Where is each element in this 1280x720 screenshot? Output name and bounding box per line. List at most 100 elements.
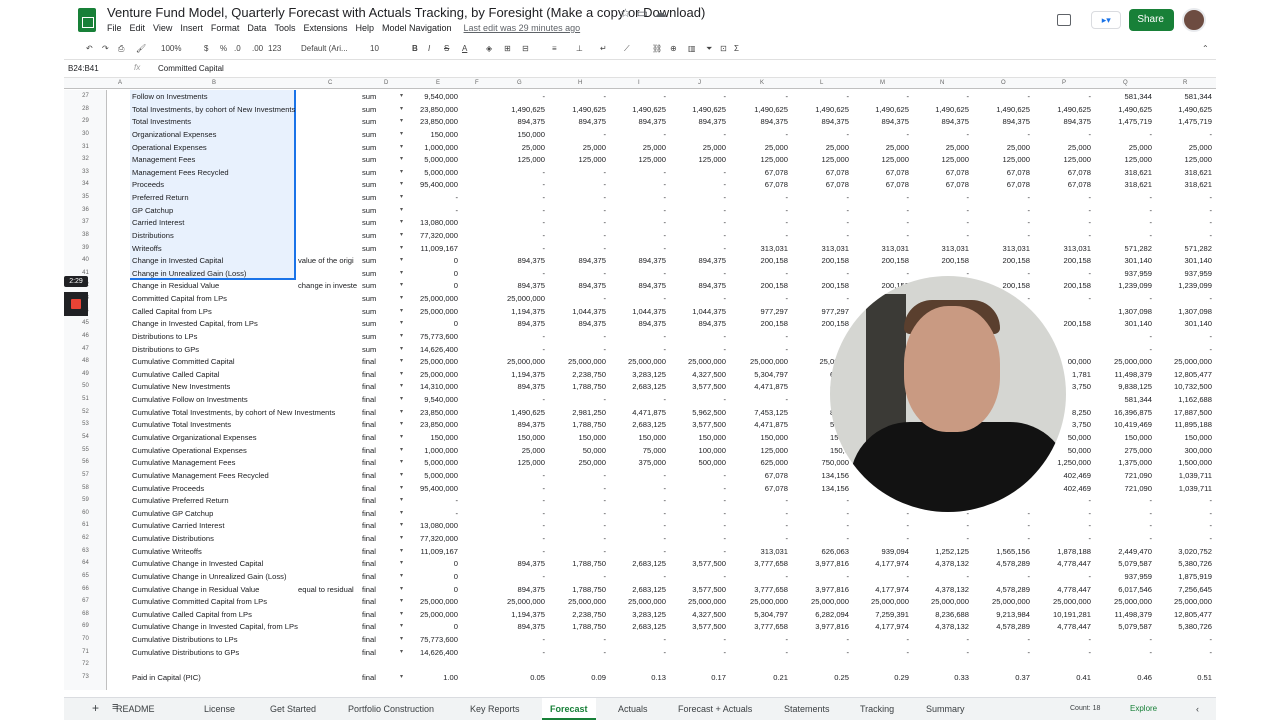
dropdown-arrow-icon[interactable]: ▾	[400, 244, 403, 251]
sheets-logo-icon[interactable]	[78, 8, 96, 32]
dropdown-arrow-icon[interactable]: ▾	[400, 446, 403, 453]
dropdown-arrow-icon[interactable]: ▾	[400, 130, 403, 137]
menu-insert[interactable]: Insert	[180, 23, 203, 33]
vertical-align-icon[interactable]: ⊥	[576, 44, 583, 53]
bold-icon[interactable]: B	[412, 44, 418, 53]
table-row[interactable]: 68 Cumulative Called Capital from LPs fina…	[64, 609, 1216, 622]
undo-icon[interactable]: ↶	[86, 44, 93, 53]
tab-readme[interactable]: README	[116, 704, 155, 714]
column-header-d[interactable]: D	[384, 80, 388, 86]
table-row[interactable]: 34 Proceeds sum ▾ 95,400,000 - - - - 67,078 67,078…	[64, 179, 1216, 192]
stop-recording-button[interactable]	[64, 292, 88, 316]
dropdown-arrow-icon[interactable]: ▾	[400, 610, 403, 617]
column-header-k[interactable]: K	[760, 80, 764, 86]
document-title[interactable]: Venture Fund Model, Quarterly Forecast w…	[107, 5, 705, 20]
dropdown-arrow-icon[interactable]: ▾	[400, 484, 403, 491]
dropdown-arrow-icon[interactable]: ▾	[400, 206, 403, 213]
tab-statements[interactable]: Statements	[784, 704, 830, 714]
menu-view[interactable]: View	[153, 23, 172, 33]
table-row[interactable]: 73 Paid in Capital (PIC) final ▾ 1.00 0.05 0.0…	[64, 672, 1216, 685]
column-header-l[interactable]: L	[820, 80, 823, 86]
table-row[interactable]: 72	[64, 659, 1216, 672]
column-header-j[interactable]: J	[698, 80, 701, 86]
table-row[interactable]: 36 GP Catchup sum ▾ - - - - - - - - - - - - -	[64, 205, 1216, 218]
text-wrapping-icon[interactable]: ↵	[600, 44, 607, 53]
comment-history-icon[interactable]	[1057, 14, 1072, 26]
table-row[interactable]: 33 Management Fees Recycled sum ▾ 5,000,000 -…	[64, 167, 1216, 180]
tab-get-started[interactable]: Get Started	[270, 704, 316, 714]
column-header-e[interactable]: E	[436, 80, 440, 86]
column-header-f[interactable]: F	[475, 80, 479, 86]
table-row[interactable]: 31 Operational Expenses sum ▾ 1,000,000 25,00…	[64, 142, 1216, 155]
dropdown-arrow-icon[interactable]: ▾	[400, 294, 403, 301]
table-row[interactable]: 44Called Capital from LPssum▾25,000,0001…	[64, 306, 1216, 319]
column-header-i[interactable]: I	[638, 80, 640, 86]
redo-icon[interactable]: ↷	[102, 44, 109, 53]
dropdown-arrow-icon[interactable]: ▾	[400, 168, 403, 175]
column-header-b[interactable]: B	[212, 80, 216, 86]
present-button[interactable]: ▸▾	[1091, 11, 1122, 29]
dropdown-arrow-icon[interactable]: ▾	[400, 648, 403, 655]
tab-key-reports[interactable]: Key Reports	[470, 704, 520, 714]
share-button[interactable]: Share	[1129, 9, 1174, 31]
avatar[interactable]	[1182, 8, 1206, 32]
functions-icon[interactable]: Σ	[734, 44, 739, 53]
star-icon[interactable]: ☆	[620, 6, 637, 20]
selection-count[interactable]: Count: 18	[1070, 705, 1100, 712]
table-row[interactable]: 65 Cumulative Change in Unrealized Gain (…	[64, 571, 1216, 584]
side-panel-toggle-icon[interactable]: ‹	[1196, 704, 1199, 714]
insert-link-icon[interactable]: ⛓	[652, 44, 662, 53]
column-header-n[interactable]: N	[940, 80, 944, 86]
zoom-select[interactable]: 100%	[161, 44, 181, 53]
currency-format-button[interactable]: $	[204, 44, 208, 53]
dropdown-arrow-icon[interactable]: ▾	[400, 307, 403, 314]
column-header-q[interactable]: Q	[1123, 80, 1128, 86]
table-row[interactable]: 41 Change in Unrealized Gain (Loss) sum ▾ 0 -…	[64, 268, 1216, 281]
tab-tracking[interactable]: Tracking	[860, 704, 894, 714]
dropdown-arrow-icon[interactable]: ▾	[400, 395, 403, 402]
table-row[interactable]: 42Change in Residual Valuechange in inve…	[64, 280, 1216, 293]
table-row[interactable]: 69 Cumulative Change in Invested Capital,…	[64, 621, 1216, 634]
dropdown-arrow-icon[interactable]: ▾	[400, 496, 403, 503]
column-header-h[interactable]: H	[578, 80, 582, 86]
collapse-toolbar-icon[interactable]: ⌃	[1202, 44, 1209, 53]
menu-model-navigation[interactable]: Model Navigation	[382, 23, 452, 33]
add-sheet-icon[interactable]: +	[92, 701, 99, 715]
table-row[interactable]: 67 Cumulative Committed Capital from LPs f…	[64, 596, 1216, 609]
strikethrough-icon[interactable]: S	[444, 44, 449, 53]
dropdown-arrow-icon[interactable]: ▾	[400, 585, 403, 592]
insert-chart-icon[interactable]: ▥	[688, 44, 696, 53]
table-row[interactable]: 43Committed Capital from LPssum▾25,000,0…	[64, 293, 1216, 306]
more-formats-button[interactable]: 123	[268, 44, 281, 53]
dropdown-arrow-icon[interactable]: ▾	[400, 193, 403, 200]
column-header-m[interactable]: M	[880, 80, 885, 86]
column-header-c[interactable]: C	[328, 80, 332, 86]
column-header-r[interactable]: R	[1183, 80, 1187, 86]
table-row[interactable]: 63 Cumulative Writeoffs final ▾ 11,009,167 - -…	[64, 546, 1216, 559]
menu-data[interactable]: Data	[247, 23, 266, 33]
insert-comment-icon[interactable]: ⊕	[670, 44, 677, 53]
dropdown-arrow-icon[interactable]: ▾	[400, 420, 403, 427]
table-row[interactable]: 66 Cumulative Change in Residual Value equ…	[64, 584, 1216, 597]
increase-decimal-button[interactable]: .00	[252, 44, 263, 53]
dropdown-arrow-icon[interactable]: ▾	[400, 509, 403, 516]
table-row[interactable]: 27 Follow on Investments sum ▾ 9,540,000 - - - -…	[64, 91, 1216, 104]
column-header-o[interactable]: O	[1001, 80, 1006, 86]
column-header-p[interactable]: P	[1062, 80, 1066, 86]
dropdown-arrow-icon[interactable]: ▾	[400, 635, 403, 642]
formula-input[interactable]: Committed Capital	[158, 64, 224, 73]
filter-icon[interactable]: ⏷	[706, 44, 712, 54]
cloud-status-icon[interactable]: ☁	[654, 6, 672, 20]
last-edit-link[interactable]: Last edit was 29 minutes ago	[464, 23, 581, 33]
horizontal-align-icon[interactable]: ≡	[552, 44, 557, 53]
menu-format[interactable]: Format	[211, 23, 240, 33]
tab-forecast[interactable]: Forecast	[542, 698, 596, 720]
table-row[interactable]: 70 Cumulative Distributions to LPs final ▾ 7…	[64, 634, 1216, 647]
italic-icon[interactable]: I	[428, 44, 430, 53]
dropdown-arrow-icon[interactable]: ▾	[400, 155, 403, 162]
table-row[interactable]: 29 Total Investments sum ▾ 23,850,000 894,375…	[64, 116, 1216, 129]
table-row[interactable]: 40 Change in Invested Capital value of the…	[64, 255, 1216, 268]
tab-portfolio-construction[interactable]: Portfolio Construction	[348, 704, 434, 714]
dropdown-arrow-icon[interactable]: ▾	[400, 534, 403, 541]
menu-help[interactable]: Help	[355, 23, 374, 33]
